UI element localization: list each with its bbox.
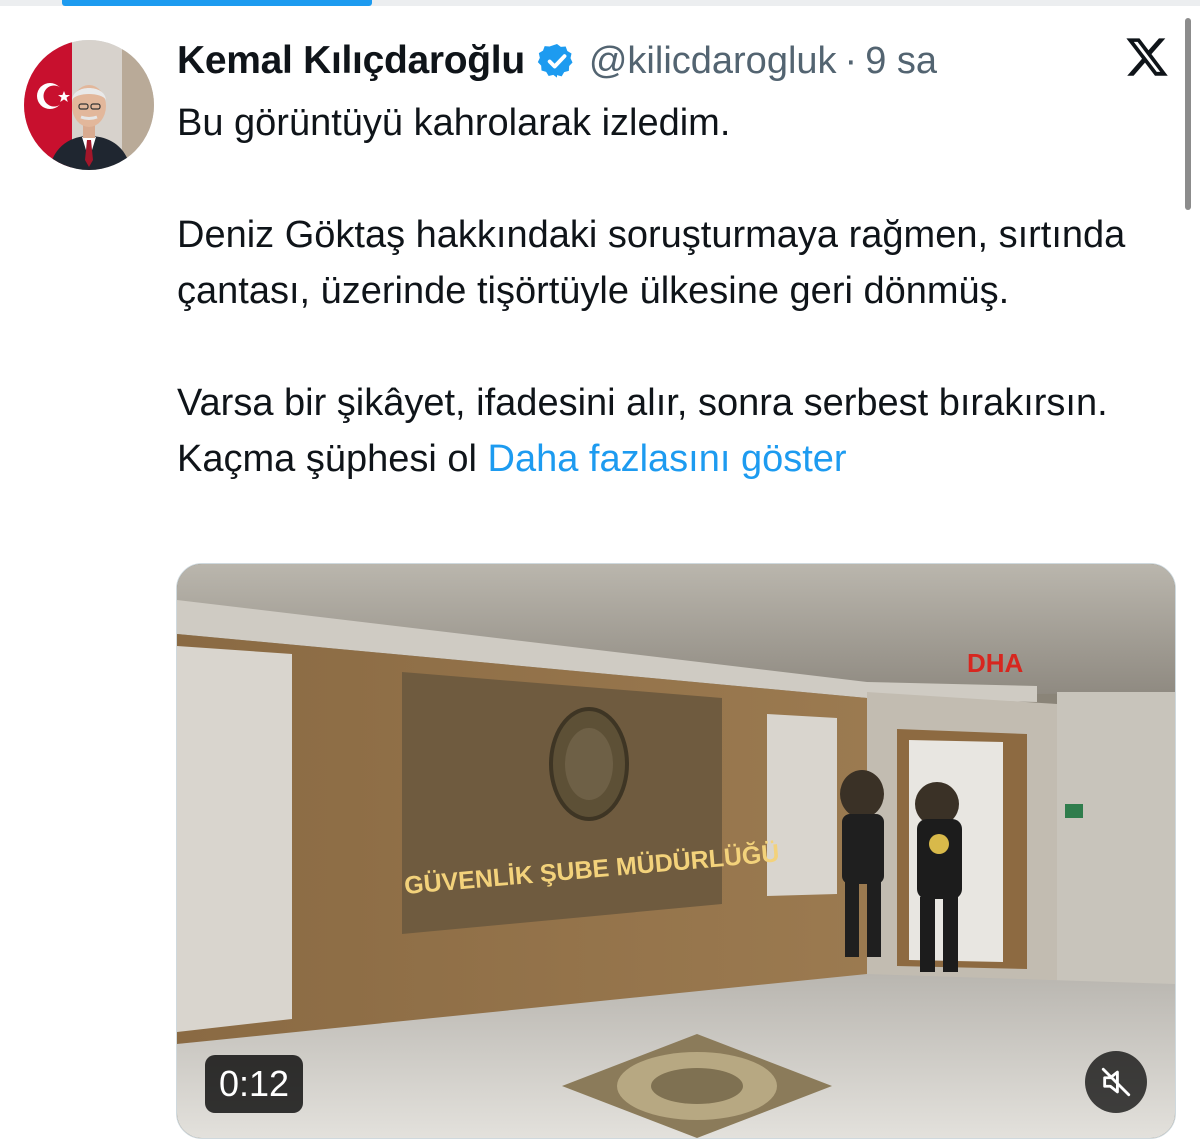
author-handle[interactable]: @kilicdarogluk: [589, 40, 837, 83]
top-progress-strip: [0, 0, 1200, 6]
video-duration-badge: 0:12: [205, 1055, 304, 1113]
tweet-screenshot: Kemal Kılıçdaroğlu @kilicdarogluk · 9 sa…: [0, 0, 1200, 1147]
tweet-text: Bu görüntüyü kahrolarak izledim. Deniz G…: [177, 95, 1157, 487]
verified-badge-icon: [537, 41, 577, 81]
video-frame: GÜVENLİK ŞUBE MÜDÜRLÜĞÜ DHA: [177, 564, 1175, 1138]
avatar[interactable]: [24, 40, 154, 170]
scrollbar-thumb[interactable]: [1185, 18, 1191, 210]
separator-dot: ·: [844, 39, 858, 82]
mute-button[interactable]: [1085, 1051, 1147, 1113]
tweet-header: Kemal Kılıçdaroğlu @kilicdarogluk · 9 sa: [177, 36, 937, 86]
tweet-text-line1: Bu görüntüyü kahrolarak izledim.: [177, 102, 731, 144]
top-progress-fill: [62, 0, 372, 6]
author-name[interactable]: Kemal Kılıçdaroğlu: [177, 39, 525, 83]
x-logo-icon[interactable]: [1124, 34, 1170, 80]
speaker-muted-icon: [1101, 1067, 1131, 1097]
tweet-text-paragraph-3: Varsa bir şikâyet, ifadesini alır, sonra…: [177, 375, 1157, 487]
avatar-photo: [24, 40, 154, 170]
dha-watermark: DHA: [967, 648, 1024, 678]
video-player[interactable]: GÜVENLİK ŞUBE MÜDÜRLÜĞÜ DHA 0:12: [176, 563, 1176, 1139]
show-more-link[interactable]: Daha fazlasını göster: [488, 438, 847, 480]
tweet-text-paragraph-2: Deniz Göktaş hakkındaki soruşturmaya rağ…: [177, 214, 1126, 312]
tweet-timestamp[interactable]: 9 sa: [865, 40, 937, 83]
